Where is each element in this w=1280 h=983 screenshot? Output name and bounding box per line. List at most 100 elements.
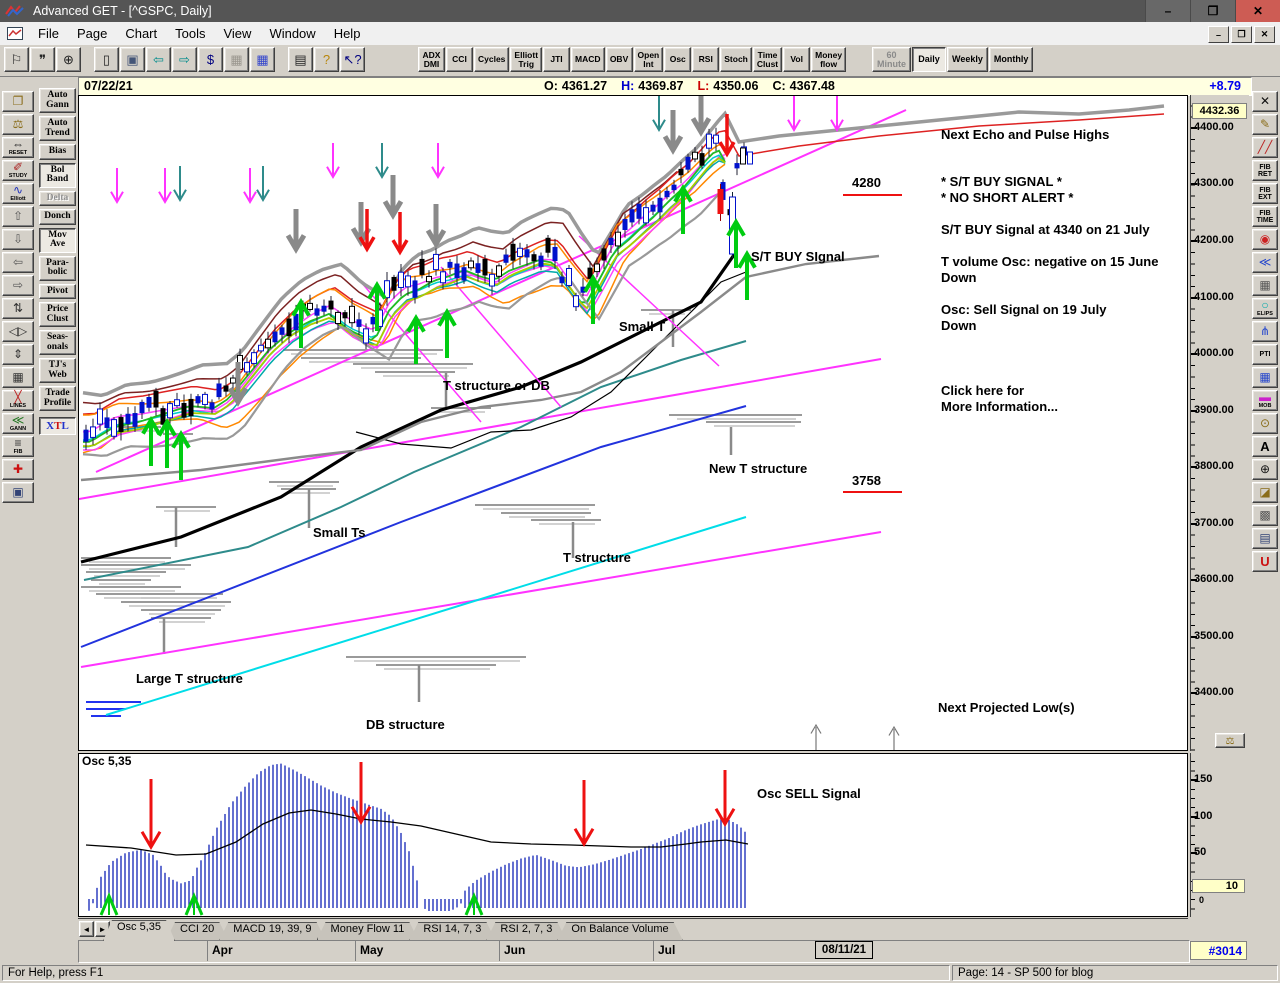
study-icon[interactable]: ✐ STUDY bbox=[2, 160, 34, 181]
study-toolbar-button[interactable]: ADX DMI bbox=[418, 47, 445, 72]
sidebar-study-button[interactable]: Delta bbox=[39, 190, 76, 206]
menu-view[interactable]: View bbox=[214, 24, 260, 43]
menu-help[interactable]: Help bbox=[325, 24, 370, 43]
arrow-up-icon[interactable]: ⇧ bbox=[2, 206, 34, 227]
arrow-left-icon[interactable]: ⇦ bbox=[2, 252, 34, 273]
menu-window[interactable]: Window bbox=[260, 24, 324, 43]
study-toolbar-button[interactable]: Time Clust bbox=[752, 47, 783, 72]
study-toolbar-button[interactable]: Cycles bbox=[474, 47, 510, 72]
oscillator-panel[interactable] bbox=[78, 753, 1188, 917]
snapshot-icon[interactable]: ▣ bbox=[2, 482, 34, 503]
study-toolbar-button[interactable]: RSI bbox=[692, 47, 720, 72]
trendlines-icon[interactable]: ╱╱ bbox=[1252, 137, 1278, 158]
profit-taking-icon[interactable]: ⊙ bbox=[1252, 413, 1278, 434]
projection-date-box[interactable]: 08/11/21 bbox=[815, 941, 873, 959]
tab-scroll-left-button[interactable]: ◄ bbox=[79, 921, 94, 937]
timeframe-button[interactable]: Monthly bbox=[988, 47, 1034, 72]
close-chart-icon[interactable]: ✕ bbox=[1252, 91, 1278, 112]
pencil-icon[interactable]: ✎ bbox=[1252, 114, 1278, 135]
scales-icon[interactable]: ⚖ bbox=[2, 114, 34, 135]
menu-file[interactable]: File bbox=[29, 24, 68, 43]
help-icon[interactable]: ? bbox=[314, 47, 339, 72]
compress-vertical-icon[interactable]: ⇅ bbox=[2, 298, 34, 319]
study-toolbar-button[interactable]: Osc bbox=[664, 47, 692, 72]
study-toolbar-button[interactable]: MACD bbox=[571, 47, 605, 72]
menu-tools[interactable]: Tools bbox=[166, 24, 214, 43]
close-button[interactable]: ✕ bbox=[1235, 0, 1280, 22]
sidebar-study-button[interactable]: Bol Band bbox=[39, 162, 76, 188]
elliott-wave-icon[interactable]: ∿ Elliott bbox=[2, 183, 34, 204]
mdi-close-button[interactable]: ✕ bbox=[1254, 26, 1275, 43]
tab-osc-5-35[interactable]: Osc 5,35 bbox=[103, 920, 175, 941]
grid-dots-icon[interactable]: ▦ bbox=[2, 367, 34, 388]
fib-time-icon[interactable]: FIB TIME bbox=[1252, 206, 1278, 227]
mdi-restore-button[interactable]: ❐ bbox=[1231, 26, 1252, 43]
mdi-minimize-button[interactable]: – bbox=[1208, 26, 1229, 43]
print-icon[interactable]: ▤ bbox=[288, 47, 313, 72]
study-toolbar-button[interactable]: Open Int bbox=[633, 47, 664, 72]
sidebar-study-button-xtl[interactable]: XTL bbox=[39, 417, 76, 435]
study-toolbar-button[interactable]: Money flow bbox=[811, 47, 847, 72]
arrow-right-icon[interactable]: ⇨ bbox=[2, 275, 34, 296]
study-toolbar-button[interactable]: JTI bbox=[543, 47, 571, 72]
study-toolbar-button[interactable]: Elliott Trig bbox=[510, 47, 543, 72]
context-help-icon[interactable]: ↖? bbox=[340, 47, 365, 72]
pti-icon[interactable]: PTI bbox=[1252, 344, 1278, 365]
arrow-down-icon[interactable]: ⇩ bbox=[2, 229, 34, 250]
ellipse-tool-icon[interactable]: ○ ELIPS bbox=[1252, 298, 1278, 319]
lines-tool-icon[interactable]: ╳ LINES bbox=[2, 390, 34, 411]
annotation-click-here[interactable]: Click here for bbox=[941, 383, 1024, 398]
quotes-icon[interactable]: ❞ bbox=[30, 47, 55, 72]
text-tool-icon[interactable]: A bbox=[1252, 436, 1278, 457]
grid-color-icon[interactable]: ▦ bbox=[250, 47, 275, 72]
minimize-button[interactable]: – bbox=[1145, 0, 1190, 22]
compress-time-icon[interactable]: ⇕ bbox=[2, 344, 34, 365]
sidebar-study-button[interactable]: Bias bbox=[39, 144, 76, 160]
expand-horizontal-icon[interactable]: ◁▷ bbox=[2, 321, 34, 342]
tab-on-balance-volume[interactable]: On Balance Volume bbox=[557, 922, 682, 940]
page-forward-icon[interactable]: ⇨ bbox=[172, 47, 197, 72]
fib-retracement-icon[interactable]: FIB RET bbox=[1252, 160, 1278, 181]
tab-money-flow[interactable]: Money Flow 11 bbox=[317, 922, 419, 940]
crosshair-icon[interactable]: ✚ bbox=[2, 459, 34, 480]
magnifier-icon[interactable]: ⊕ bbox=[56, 47, 81, 72]
grid-off-icon[interactable]: ▦ bbox=[224, 47, 249, 72]
study-toolbar-button[interactable]: CCI bbox=[446, 47, 473, 72]
chart-scale-icon[interactable]: $ bbox=[198, 47, 223, 72]
annotation-more-information[interactable]: More Information... bbox=[941, 399, 1058, 414]
save-icon[interactable]: ▣ bbox=[120, 47, 145, 72]
study-toolbar-button[interactable]: Vol bbox=[783, 47, 811, 72]
page-back-icon[interactable]: ⇦ bbox=[146, 47, 171, 72]
grid-tool-icon[interactable]: ▦ bbox=[1252, 275, 1278, 296]
fib-tool-icon[interactable]: ≡ FIB bbox=[2, 436, 34, 457]
reset-icon[interactable]: ⇔ RESET bbox=[2, 137, 34, 158]
sidebar-study-button[interactable]: Trade Profile bbox=[39, 386, 76, 411]
scales-button[interactable]: ⚖ bbox=[1215, 733, 1245, 748]
zoom-tool-icon[interactable]: ⊕ bbox=[1252, 459, 1278, 480]
fan-lines-icon[interactable]: ≪ bbox=[1252, 252, 1278, 273]
tab-macd[interactable]: MACD 19, 39, 9 bbox=[219, 922, 325, 940]
open-chart-icon[interactable]: ❐ bbox=[2, 91, 34, 112]
oscillator-axis[interactable]: 150 100 50 10 0 bbox=[1190, 753, 1249, 917]
eraser-icon[interactable]: ◪ bbox=[1252, 482, 1278, 503]
timeframe-button[interactable]: 60 Minute bbox=[872, 47, 911, 72]
pitchfork-icon[interactable]: ⋔ bbox=[1252, 321, 1278, 342]
menu-page[interactable]: Page bbox=[68, 24, 116, 43]
fib-circles-icon[interactable]: ◉ bbox=[1252, 229, 1278, 250]
new-page-icon[interactable]: ▯ bbox=[94, 47, 119, 72]
study-toolbar-button[interactable]: Stoch bbox=[720, 47, 752, 72]
mob-icon[interactable]: ▬ MOB bbox=[1252, 390, 1278, 411]
notes-icon[interactable]: ▤ bbox=[1252, 528, 1278, 549]
make-grid-icon[interactable]: ▦ bbox=[1252, 367, 1278, 388]
restore-button[interactable]: ❐ bbox=[1190, 0, 1235, 22]
menu-chart[interactable]: Chart bbox=[116, 24, 166, 43]
sidebar-study-button[interactable]: Para- bolic bbox=[39, 255, 76, 281]
timeframe-button[interactable]: Weekly bbox=[947, 47, 988, 72]
price-axis[interactable]: 4432.36 4400.00 4300.00 4200.00 4100.00 4000… bbox=[1190, 95, 1249, 751]
sidebar-study-button[interactable]: TJ's Web bbox=[39, 358, 76, 383]
sidebar-study-button[interactable]: Auto Trend bbox=[39, 116, 76, 141]
pin-icon[interactable]: ⚐ bbox=[4, 47, 29, 72]
magnet-icon[interactable]: U bbox=[1252, 551, 1278, 572]
timeframe-button[interactable]: Daily bbox=[912, 47, 946, 72]
fib-extension-icon[interactable]: FIB EXT bbox=[1252, 183, 1278, 204]
